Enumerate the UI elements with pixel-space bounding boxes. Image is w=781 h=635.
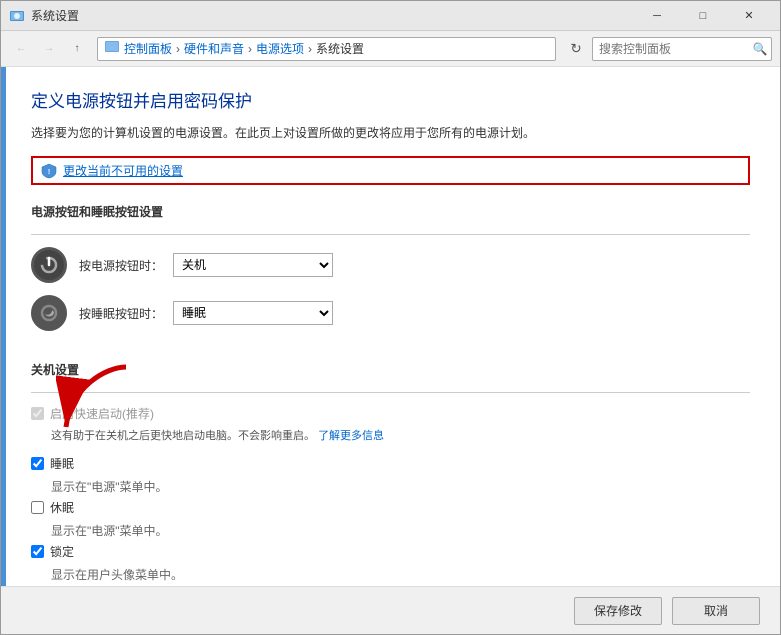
breadcrumb-sep-3: ›	[308, 42, 312, 56]
sleep-checkbox[interactable]	[31, 457, 44, 470]
sleep-action-select[interactable]: 睡眠 关机 休眠 不采取任何操作	[173, 301, 333, 325]
breadcrumb-sep-1: ›	[176, 42, 180, 56]
cancel-button[interactable]: 取消	[672, 597, 760, 625]
title-bar: 系统设置 ─ □ ✕	[1, 1, 780, 31]
svg-text:!: !	[48, 169, 50, 176]
section-divider-1	[31, 234, 750, 235]
search-wrapper: 🔍	[592, 37, 772, 61]
window-title: 系统设置	[31, 7, 634, 24]
left-accent	[1, 67, 6, 586]
page-content: 定义电源按钮并启用密码保护 选择要为您的计算机设置的电源设置。在此页上对设置所做…	[1, 67, 780, 586]
main-window: 系统设置 ─ □ ✕ ← → ↑ 控制面板 › 硬件和声音 › 电源选项 › 系…	[0, 0, 781, 635]
power-sleep-section-label: 电源按钮和睡眠按钮设置	[31, 203, 750, 222]
lock-option-label: 锁定	[50, 543, 74, 560]
save-button[interactable]: 保存修改	[574, 597, 662, 625]
hibernate-indent-desc: 显示在"电源"菜单中。	[51, 522, 750, 539]
fast-startup-desc: 这有助于在关机之后更快地启动电脑。不会影响重启。 了解更多信息	[51, 428, 750, 445]
lock-checkbox[interactable]	[31, 545, 44, 558]
learn-more-link[interactable]: 了解更多信息	[318, 430, 384, 442]
breadcrumb-item-2[interactable]: 硬件和声音	[184, 40, 244, 57]
power-buttons-section: 按电源按钮时： 关机 睡眠 休眠 不采取任何操作	[31, 247, 750, 343]
forward-button[interactable]: →	[37, 37, 61, 61]
breadcrumb-icon	[104, 39, 120, 58]
power-btn-label: 按电源按钮时：	[79, 257, 163, 274]
refresh-button[interactable]: ↻	[564, 37, 588, 61]
shutdown-section-label: 关机设置	[31, 361, 750, 380]
search-input[interactable]	[592, 37, 772, 61]
sleep-icon	[31, 295, 67, 331]
power-button-row: 按电源按钮时： 关机 睡眠 休眠 不采取任何操作	[31, 247, 750, 283]
close-button[interactable]: ✕	[726, 1, 772, 31]
hibernate-checkbox-row: 休眠	[31, 499, 750, 516]
breadcrumb-item-3[interactable]: 电源选项	[256, 40, 304, 57]
footer-bar: 保存修改 取消	[1, 586, 780, 634]
nav-bar: ← → ↑ 控制面板 › 硬件和声音 › 电源选项 › 系统设置 ↻ 🔍	[1, 31, 780, 67]
maximize-button[interactable]: □	[680, 1, 726, 31]
hibernate-option-label: 休眠	[50, 499, 74, 516]
fast-startup-label: 启用快速启动(推荐)	[50, 405, 154, 422]
search-button[interactable]: 🔍	[752, 41, 768, 57]
hibernate-checkbox[interactable]	[31, 501, 44, 514]
minimize-button[interactable]: ─	[634, 1, 680, 31]
content-wrapper: 定义电源按钮并启用密码保护 选择要为您的计算机设置的电源设置。在此页上对设置所做…	[1, 67, 780, 586]
sleep-btn-label: 按睡眠按钮时：	[79, 305, 163, 322]
breadcrumb-item-1[interactable]: 控制面板	[124, 40, 172, 57]
title-controls: ─ □ ✕	[634, 1, 772, 31]
content-area: 定义电源按钮并启用密码保护 选择要为您的计算机设置的电源设置。在此页上对设置所做…	[1, 67, 780, 586]
power-icon	[31, 247, 67, 283]
page-title: 定义电源按钮并启用密码保护	[31, 87, 750, 112]
sleep-checkbox-row: 睡眠	[31, 455, 750, 472]
up-button[interactable]: ↑	[65, 37, 89, 61]
change-settings-button[interactable]: ! 更改当前不可用的设置	[31, 156, 750, 185]
fast-startup-row: 启用快速启动(推荐)	[31, 405, 750, 422]
breadcrumb-current: 系统设置	[316, 40, 364, 57]
shutdown-section: 启用快速启动(推荐) 这有助于在关机之后更快地启动电脑。不会影响重启。 了解更多…	[31, 405, 750, 586]
fast-startup-checkbox[interactable]	[31, 407, 44, 420]
breadcrumb: 控制面板 › 硬件和声音 › 电源选项 › 系统设置	[97, 37, 556, 61]
breadcrumb-sep-2: ›	[248, 42, 252, 56]
power-action-select[interactable]: 关机 睡眠 休眠 不采取任何操作	[173, 253, 333, 277]
sleep-option-label: 睡眠	[50, 455, 74, 472]
sleep-button-row: 按睡眠按钮时： 睡眠 关机 休眠 不采取任何操作	[31, 295, 750, 331]
lock-indent-desc: 显示在用户头像菜单中。	[51, 566, 750, 583]
change-settings-label: 更改当前不可用的设置	[63, 162, 183, 179]
section-divider-2	[31, 392, 750, 393]
lock-checkbox-row: 锁定	[31, 543, 750, 560]
page-description: 选择要为您的计算机设置的电源设置。在此页上对设置所做的更改将应用于您所有的电源计…	[31, 124, 750, 142]
sleep-indent-desc: 显示在"电源"菜单中。	[51, 478, 750, 495]
shield-icon: !	[41, 163, 57, 179]
window-icon	[9, 8, 25, 24]
back-button[interactable]: ←	[9, 37, 33, 61]
